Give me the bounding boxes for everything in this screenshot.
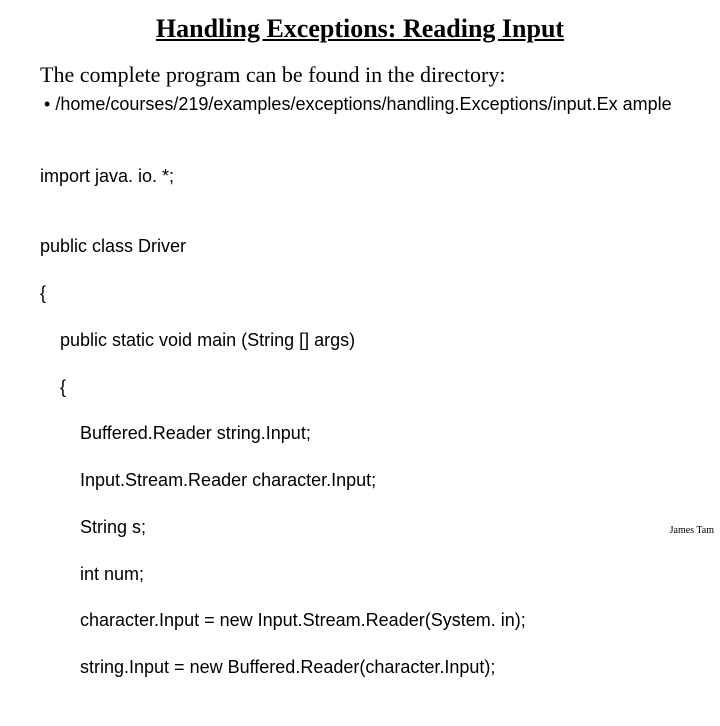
code-line: { bbox=[40, 282, 680, 305]
code-line: Input.Stream.Reader character.Input; bbox=[40, 469, 680, 492]
intro-text: The complete program can be found in the… bbox=[40, 62, 680, 88]
code-line: public static void main (String [] args) bbox=[40, 329, 680, 352]
code-line: import java. io. *; bbox=[40, 165, 680, 188]
code-line: int num; bbox=[40, 563, 680, 586]
code-line: character.Input = new Input.Stream.Reade… bbox=[40, 609, 680, 632]
directory-bullet: /home/courses/219/examples/exceptions/ha… bbox=[40, 94, 680, 116]
slide-title: Handling Exceptions: Reading Input bbox=[40, 14, 680, 44]
code-line: { bbox=[40, 376, 680, 399]
footer-author: James Tam bbox=[670, 525, 714, 536]
code-line: public class Driver bbox=[40, 235, 680, 258]
code-line: Buffered.Reader string.Input; bbox=[40, 422, 680, 445]
code-line: String s; bbox=[40, 516, 680, 539]
slide-content: Handling Exceptions: Reading Input The c… bbox=[0, 0, 720, 726]
code-line: string.Input = new Buffered.Reader(chara… bbox=[40, 656, 680, 679]
code-block: import java. io. *; public class Driver … bbox=[40, 142, 680, 726]
